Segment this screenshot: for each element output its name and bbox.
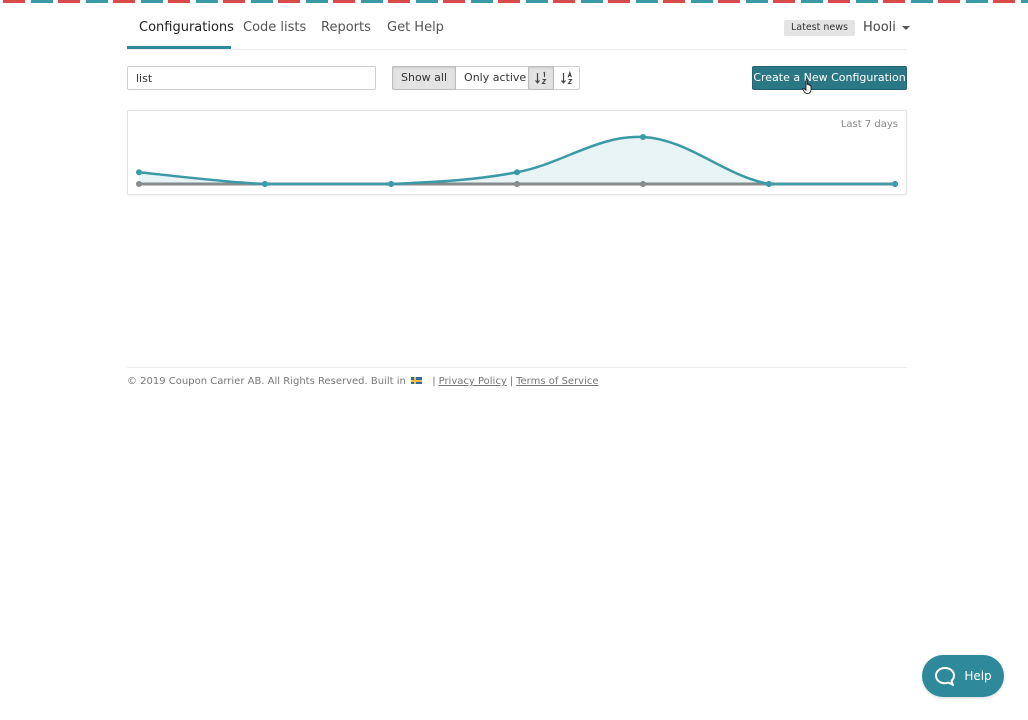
- create-configuration-button[interactable]: Create a New Configuration: [752, 66, 907, 90]
- series-0-point-6[interactable]: [892, 181, 898, 187]
- swedish-flag-icon: [411, 377, 423, 384]
- help-widget-button[interactable]: Help: [922, 655, 1004, 697]
- chat-bubble-icon: [934, 666, 956, 686]
- series-0-area: [139, 136, 895, 184]
- copyright-text: © 2019 Coupon Carrier AB. All Rights Res…: [127, 376, 406, 387]
- sort-numeric-down-icon: [535, 71, 547, 85]
- tab-reports[interactable]: Reports: [321, 20, 371, 35]
- top-navbar: Configurations Code lists Reports Get He…: [127, 0, 910, 50]
- active-tab-indicator: [127, 46, 231, 49]
- search-input[interactable]: [127, 66, 376, 90]
- series-0-point-3[interactable]: [514, 169, 520, 176]
- user-menu[interactable]: Hooli: [863, 20, 910, 35]
- hand-cursor-icon: [802, 79, 812, 94]
- terms-of-service-link[interactable]: Terms of Service: [516, 376, 598, 387]
- sort-toggle-group: [528, 66, 580, 90]
- sort-alpha-button[interactable]: [554, 66, 580, 90]
- footer-separator: |: [509, 376, 514, 387]
- privacy-policy-link[interactable]: Privacy Policy: [439, 376, 507, 387]
- series-0-point-1[interactable]: [262, 181, 268, 187]
- series-0-point-0[interactable]: [136, 169, 142, 176]
- footer: © 2019 Coupon Carrier AB. All Rights Res…: [127, 376, 599, 387]
- chevron-down-icon: [901, 25, 910, 30]
- activity-chart-panel: Last 7 days: [127, 110, 907, 195]
- tab-code-lists[interactable]: Code lists: [243, 20, 306, 35]
- series-0-point-4[interactable]: [640, 134, 646, 140]
- help-label: Help: [964, 669, 992, 683]
- latest-news-badge[interactable]: Latest news: [784, 20, 855, 36]
- series-0-point-5[interactable]: [766, 181, 772, 187]
- footer-divider: [127, 367, 907, 368]
- series-0-point-2[interactable]: [388, 181, 394, 187]
- user-name: Hooli: [863, 20, 896, 35]
- sort-numeric-button[interactable]: [528, 66, 554, 90]
- show-all-button[interactable]: Show all: [392, 66, 457, 90]
- tab-get-help[interactable]: Get Help: [387, 20, 444, 35]
- only-active-button[interactable]: Only active: [456, 66, 536, 90]
- footer-separator: |: [432, 376, 436, 387]
- activity-chart: [136, 134, 898, 187]
- sort-alpha-down-icon: [560, 71, 573, 85]
- tab-configurations[interactable]: Configurations: [139, 20, 234, 35]
- filter-toggle-group: Show all Only active: [392, 66, 536, 90]
